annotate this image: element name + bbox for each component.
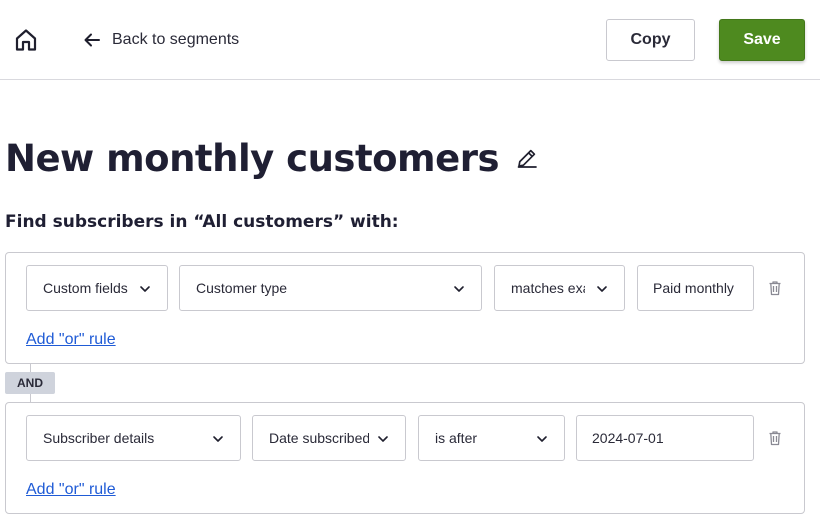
field-category-value: Custom fields xyxy=(43,280,128,296)
back-label: Back to segments xyxy=(112,31,240,48)
pencil-icon[interactable] xyxy=(515,146,539,170)
rule-group-2: Subscriber details Date subscribed is af… xyxy=(5,402,805,514)
operator-select[interactable]: matches exactly xyxy=(494,265,625,311)
chevron-down-icon xyxy=(537,436,547,442)
date-value-input[interactable] xyxy=(576,415,754,461)
field-select[interactable]: Customer type xyxy=(179,265,482,311)
back-to-segments-link[interactable]: Back to segments xyxy=(82,28,239,52)
page-title-row: New monthly customers xyxy=(5,132,539,184)
save-button[interactable]: Save xyxy=(719,19,805,61)
operator-select[interactable]: is after xyxy=(418,415,565,461)
add-or-rule-link[interactable]: Add "or" rule xyxy=(26,481,116,499)
field-category-value: Subscriber details xyxy=(43,430,155,446)
and-connector-badge: AND xyxy=(5,372,55,394)
chevron-down-icon xyxy=(140,286,150,292)
chevron-down-icon xyxy=(378,436,388,442)
add-or-rule-link[interactable]: Add "or" rule xyxy=(26,331,116,349)
field-value: Date subscribed xyxy=(269,430,369,446)
chevron-down-icon xyxy=(597,286,607,292)
home-icon[interactable] xyxy=(12,26,40,54)
rule-value-input[interactable] xyxy=(637,265,754,311)
field-category-select[interactable]: Subscriber details xyxy=(26,415,241,461)
rule-group-1: Custom fields Customer type matches exac… xyxy=(5,252,805,364)
field-value: Customer type xyxy=(196,280,288,296)
field-category-select[interactable]: Custom fields xyxy=(26,265,168,311)
trash-icon[interactable] xyxy=(767,280,783,296)
page-title: New monthly customers xyxy=(5,136,499,180)
segment-subtitle: Find subscribers in “All customers” with… xyxy=(5,212,399,232)
trash-icon[interactable] xyxy=(767,430,783,446)
chevron-down-icon xyxy=(213,436,223,442)
field-select[interactable]: Date subscribed xyxy=(252,415,406,461)
copy-button[interactable]: Copy xyxy=(606,19,695,61)
arrow-left-icon xyxy=(84,33,100,47)
chevron-down-icon xyxy=(454,286,464,292)
operator-value: is after xyxy=(435,430,478,446)
operator-value: matches exactly xyxy=(511,280,585,296)
top-bar: Back to segments Copy Save xyxy=(0,0,820,80)
